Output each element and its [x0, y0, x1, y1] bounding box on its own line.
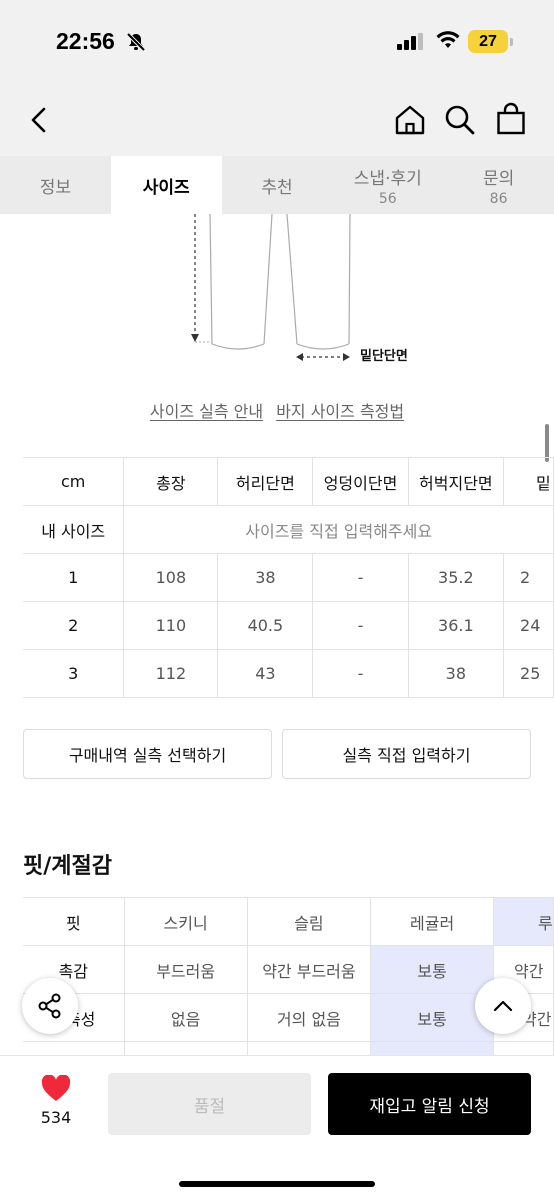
- search-icon[interactable]: [444, 104, 476, 136]
- battery-indicator: 27: [468, 30, 508, 53]
- my-size-row[interactable]: 내 사이즈 사이즈를 직접 입력해주세요: [23, 505, 554, 554]
- size-guide-link[interactable]: 사이즈 실측 안내: [150, 402, 263, 421]
- fit-option: 슬림: [246, 897, 372, 946]
- my-size-label: 내 사이즈: [23, 505, 125, 554]
- purchase-history-select-button[interactable]: 구매내역 실측 선택하기: [23, 729, 272, 779]
- wifi-icon: [436, 31, 460, 48]
- table-cell: -: [312, 601, 409, 650]
- fit-option: 스키니: [123, 897, 248, 946]
- back-arrow-icon[interactable]: [28, 107, 50, 133]
- header-cell: cm: [23, 457, 125, 506]
- tab-count: 56: [378, 190, 397, 207]
- table-cell: 2: [503, 553, 554, 602]
- tab-label: 문의: [482, 168, 515, 189]
- table-row: 1 108 38 - 35.2 2: [23, 553, 554, 602]
- table-cell: 108: [123, 553, 219, 602]
- table-cell: 112: [123, 649, 219, 698]
- section-title: 핏/계절감: [23, 854, 112, 879]
- header-cell: 밑: [503, 457, 554, 506]
- table-cell: -: [312, 649, 409, 698]
- tab-snap-review[interactable]: 스냅·후기 56: [332, 156, 443, 214]
- fit-option-selected: 보통: [370, 945, 494, 994]
- fit-option-selected: 루: [492, 897, 554, 946]
- status-bar: 22:56 27: [0, 0, 554, 80]
- shopping-bag-icon[interactable]: [496, 102, 526, 136]
- table-cell: 38: [407, 649, 505, 698]
- fit-option: 약간 부드러움: [246, 945, 372, 994]
- tab-bar: 정보 사이즈 추천 스냅·후기 56 문의 86: [0, 156, 554, 214]
- table-row: 2 110 40.5 - 36.1 24: [23, 601, 554, 650]
- table-cell: 25: [503, 649, 554, 698]
- fit-option: 없음: [123, 993, 248, 1042]
- table-cell: 35.2: [407, 553, 505, 602]
- table-cell: 24: [503, 601, 554, 650]
- size-table: cm 총장 허리단면 엉덩이단면 허벅지단면 밑 내 사이즈 사이즈를 직접 입…: [23, 457, 554, 698]
- size-label: 2: [23, 601, 125, 650]
- size-table-header: cm 총장 허리단면 엉덩이단면 허벅지단면 밑: [23, 457, 554, 506]
- tab-count: 86: [489, 190, 508, 207]
- top-navigation: [0, 80, 554, 156]
- fit-row: 핏 스키니 슬림 레귤러 루: [23, 897, 554, 946]
- table-cell: 110: [123, 601, 219, 650]
- size-label: 1: [23, 553, 125, 602]
- restock-alert-button[interactable]: 재입고 알림 신청: [328, 1073, 531, 1135]
- table-cell: -: [312, 553, 409, 602]
- pants-measurement-illustration: [191, 214, 351, 361]
- tab-label: 스냅·후기: [353, 168, 422, 189]
- home-icon[interactable]: [394, 104, 426, 136]
- tab-inquiry[interactable]: 문의 86: [443, 156, 554, 214]
- chevron-up-icon: [493, 1000, 513, 1012]
- header-cell: 엉덩이단면: [312, 457, 409, 506]
- heart-icon[interactable]: [41, 1075, 71, 1102]
- tab-recommend[interactable]: 추천: [222, 156, 333, 214]
- texture-row: 촉감 부드러움 약간 부드러움 보통 약간: [23, 945, 554, 994]
- home-indicator: [179, 1181, 375, 1187]
- header-cell: 허벅지단면: [407, 457, 505, 506]
- hem-width-label: 밑단단면: [360, 349, 408, 364]
- scroll-to-top-button[interactable]: [475, 978, 531, 1034]
- header-cell: 총장: [123, 457, 219, 506]
- fit-option: 부드러움: [123, 945, 248, 994]
- size-label: 3: [23, 649, 125, 698]
- table-cell: 36.1: [407, 601, 505, 650]
- like-count: 534: [40, 1108, 72, 1127]
- pants-method-link[interactable]: 바지 사이즈 측정법: [276, 402, 404, 421]
- clock: 22:56: [56, 28, 115, 54]
- fit-option: 거의 없음: [246, 993, 372, 1042]
- table-row: 3 112 43 - 38 25: [23, 649, 554, 698]
- tab-label: 추천: [261, 177, 293, 198]
- table-cell: 38: [217, 553, 314, 602]
- header-cell: 허리단면: [217, 457, 314, 506]
- fit-row-label: 핏: [23, 897, 125, 946]
- sold-out-button[interactable]: 품절: [108, 1073, 311, 1135]
- tab-label: 정보: [39, 177, 72, 198]
- bell-slash-icon: [126, 32, 146, 52]
- tab-label: 사이즈: [142, 177, 190, 198]
- cellular-signal-icon: [397, 33, 423, 50]
- share-button[interactable]: [22, 978, 78, 1034]
- elasticity-row: 신축성 없음 거의 없음 보통 약간: [23, 993, 554, 1042]
- measurement-links: 사이즈 실측 안내 바지 사이즈 측정법: [0, 398, 554, 422]
- tab-info[interactable]: 정보: [0, 156, 111, 214]
- fit-option: 레귤러: [370, 897, 494, 946]
- share-icon: [38, 993, 61, 1019]
- my-size-input-hint[interactable]: 사이즈를 직접 입력해주세요: [123, 505, 554, 554]
- table-cell: 40.5: [217, 601, 314, 650]
- battery-tip: [510, 38, 513, 46]
- direct-input-button[interactable]: 실측 직접 입력하기: [282, 729, 531, 779]
- tab-size[interactable]: 사이즈: [110, 156, 222, 214]
- table-cell: 43: [217, 649, 314, 698]
